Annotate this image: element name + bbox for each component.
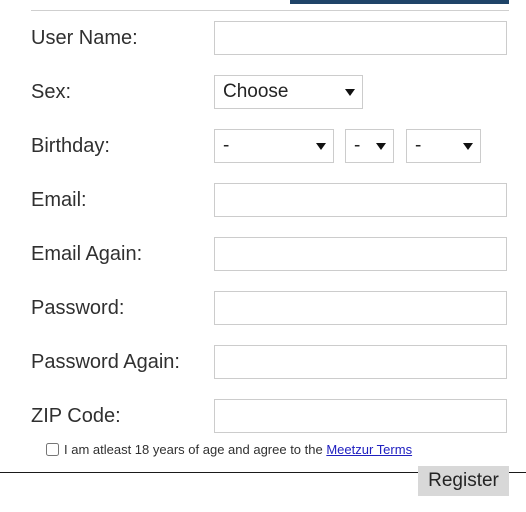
terms-text-leading: I am atleast 18 years of age and agree t… [64,442,327,457]
label-email-again: Email Again: [31,243,143,265]
chevron-down-icon [463,142,473,150]
birthday-year-select[interactable]: - [406,129,481,163]
label-password: Password: [31,297,125,319]
chevron-down-icon [316,142,326,150]
sex-select-value: Choose [223,81,289,102]
label-sex: Sex: [31,81,72,103]
register-button[interactable]: Register [418,466,509,496]
chevron-down-icon [345,88,355,96]
birthday-year-value: - [415,135,422,156]
birthday-day-select[interactable]: - [345,129,394,163]
terms-checkbox[interactable] [46,443,59,456]
form-row-username: User Name: [0,18,526,72]
meetzur-terms-link[interactable]: Meetzur Terms [326,442,412,457]
form-row-email-again: Email Again: [0,234,526,288]
chevron-down-icon [376,142,386,150]
email-input[interactable] [214,183,507,217]
form-row-password: Password: [0,288,526,342]
password-again-input[interactable] [214,345,507,379]
birthday-day-value: - [354,135,361,156]
birthday-month-select[interactable]: - [214,129,334,163]
username-input[interactable] [214,21,507,55]
birthday-month-value: - [223,135,230,156]
terms-text: I am atleast 18 years of age and agree t… [64,442,412,458]
sex-select[interactable]: Choose [214,75,363,109]
label-zip-code: ZIP Code: [31,405,121,427]
form-row-birthday: Birthday: - - - [0,126,526,180]
zip-code-input[interactable] [214,399,507,433]
form-row-email: Email: [0,180,526,234]
label-birthday: Birthday: [31,135,110,157]
form-row-sex: Sex: Choose [0,72,526,126]
email-again-input[interactable] [214,237,507,271]
label-username: User Name: [31,27,138,49]
password-input[interactable] [214,291,507,325]
label-password-again: Password Again: [31,351,180,373]
form-row-password-again: Password Again: [0,342,526,396]
terms-agreement-row: I am atleast 18 years of age and agree t… [0,440,526,460]
header-divider [31,10,509,11]
header-accent-bar [290,0,509,4]
label-email: Email: [31,189,87,211]
registration-form: User Name: Sex: Choose Birthday: - - - E… [0,18,526,450]
